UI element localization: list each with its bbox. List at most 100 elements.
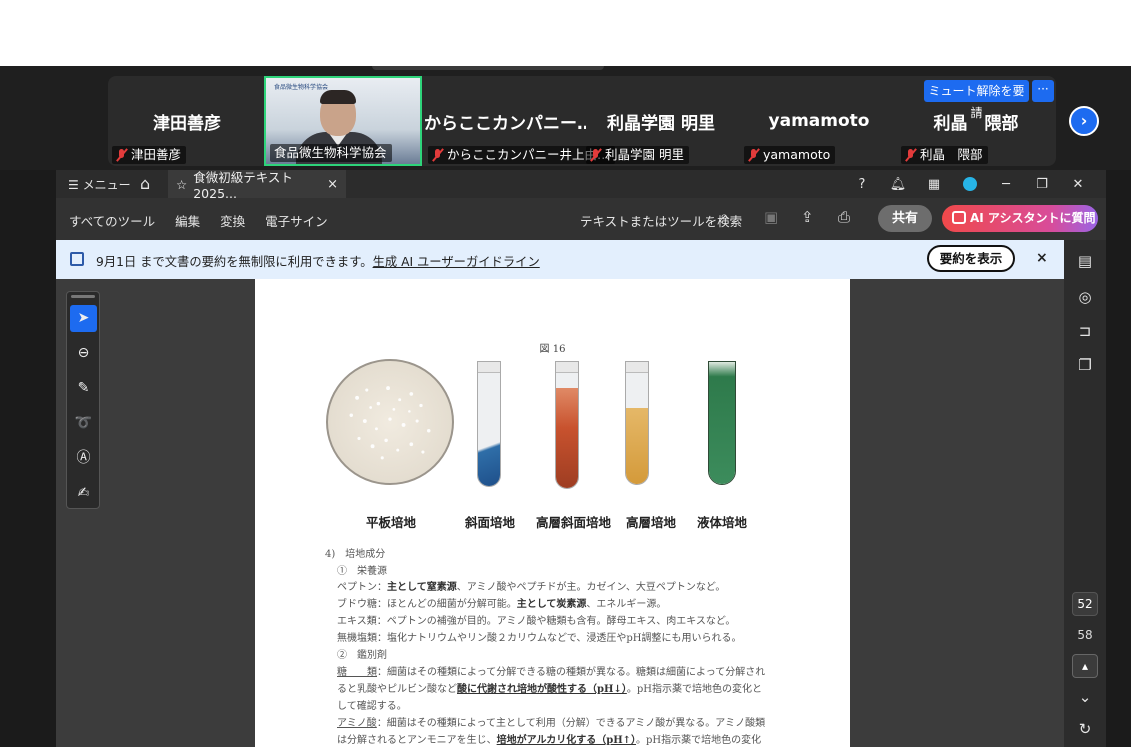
- app-titlebar: ☰ メニュー ⌂ ☆ 食微初級テキスト2025... × ? 🔔︎ ▦ ─ ❐ …: [56, 170, 1106, 201]
- draw-icon[interactable]: ➰: [70, 410, 97, 437]
- share-button[interactable]: 共有: [878, 205, 932, 232]
- esign-menu[interactable]: 電子サイン: [265, 211, 328, 230]
- chevron-down-icon[interactable]: ⌄: [1076, 688, 1094, 706]
- participant-name: yamamoto: [768, 111, 870, 131]
- ai-assistant-label: AI アシスタントに質問: [970, 211, 1096, 225]
- close-window-icon[interactable]: ✕: [1060, 177, 1096, 192]
- convert-menu[interactable]: 変換: [220, 211, 245, 230]
- participant-label: 食品微生物科学協会: [270, 144, 392, 162]
- participant-tile[interactable]: 津田善彦 津田善彦: [108, 76, 266, 166]
- account-avatar[interactable]: [963, 177, 977, 191]
- restore-icon[interactable]: ❐: [1024, 177, 1060, 192]
- page-up-button[interactable]: ▴: [1072, 654, 1098, 678]
- tube-cap: [556, 362, 578, 373]
- summary-panel-icon[interactable]: ▤: [1076, 252, 1094, 270]
- add-comment-icon[interactable]: ⊖: [70, 340, 97, 367]
- text-underline: 糖 類: [337, 667, 377, 678]
- butt-slant-tube-image: [555, 361, 579, 489]
- participant-video-tile[interactable]: 食品微生物科学協会 食品微生物科学協会: [264, 76, 422, 166]
- participant-label: 利晶 隈部: [901, 146, 988, 164]
- tab-title: 食微初級テキスト2025...: [193, 170, 293, 201]
- media-label: 平板培地: [366, 515, 417, 530]
- bell-icon[interactable]: 🔔︎: [880, 177, 916, 192]
- participant-tile[interactable]: 利晶学園 明里 利晶学園 明里: [582, 76, 740, 166]
- text-span: ：細菌はその種類によって主として利用（分解）できるアミノ酸が異なる。アミノ酸類: [376, 718, 766, 729]
- text-span: 。pH指示薬で培地色の変化と: [626, 684, 762, 695]
- participant-label: 利晶学園 明里: [586, 146, 689, 164]
- banner-text: 9月1日 まで文書の要約を無制限に利用できます。生成 AI ユーザーガイドライン: [96, 252, 540, 270]
- text-bold: 主として炭素源: [516, 599, 587, 610]
- document-tab[interactable]: ☆ 食微初級テキスト2025... ×: [168, 170, 346, 201]
- plate-culture-image: [326, 359, 454, 485]
- info-banner: 9月1日 まで文書の要約を無制限に利用できます。生成 AI ユーザーガイドライン…: [56, 240, 1064, 279]
- total-pages: 58: [1077, 628, 1093, 642]
- participant-label-text: yamamoto: [763, 147, 831, 162]
- titlebar-controls: ? 🔔︎ ▦ ─ ❐ ✕: [844, 170, 1096, 198]
- highlight-icon[interactable]: ✎: [70, 375, 97, 402]
- participant-label-text: 利晶学園 明里: [605, 147, 684, 162]
- edit-menu[interactable]: 編集: [175, 211, 200, 230]
- search-tools-input[interactable]: テキストまたはツールを検索: [580, 211, 742, 230]
- minimize-icon[interactable]: ─: [988, 177, 1024, 192]
- video-person-hair: [320, 90, 356, 104]
- panel-grip[interactable]: [71, 295, 95, 298]
- left-background-strip: [0, 170, 56, 747]
- mic-off-icon: [748, 148, 760, 162]
- comment-icon[interactable]: ◎: [1076, 288, 1094, 306]
- ai-assistant-button[interactable]: AI アシスタントに質問: [942, 205, 1098, 232]
- participant-label-text: 食品微生物科学協会: [274, 145, 387, 160]
- subsection-heading: ② 鑑別剤: [337, 650, 387, 661]
- media-label: 高層培地: [626, 515, 677, 530]
- banner-message: 9月1日 まで文書の要約を無制限に利用できます。: [96, 255, 373, 269]
- text-box-icon[interactable]: Ⓐ: [70, 445, 97, 472]
- upload-icon[interactable]: ⇪: [801, 208, 814, 226]
- banner-close-button[interactable]: ×: [1036, 250, 1048, 266]
- text-line: エキス類：ペプトンの補強が目的。アミノ酸や糖類も含有。酵母エキス、肉エキスなど。: [337, 616, 736, 627]
- text-underline: 培地がアルカリ化する（pH↑）: [496, 735, 637, 746]
- home-icon[interactable]: ⌂: [140, 174, 150, 193]
- participant-tile[interactable]: からここカンパニー… からここカンパニー井上由…: [424, 76, 615, 166]
- show-summary-button[interactable]: 要約を表示: [927, 245, 1015, 272]
- section-heading: 4) 培地成分: [325, 549, 386, 560]
- media-label: 液体培地: [697, 515, 748, 530]
- top-blank-area: [0, 0, 1131, 66]
- bookmark-icon[interactable]: ⊐: [1076, 322, 1094, 340]
- window-notch: [372, 66, 604, 70]
- participant-label: 津田善彦: [112, 146, 187, 164]
- apps-grid-icon[interactable]: ▦: [916, 177, 952, 192]
- sign-icon[interactable]: ✍: [70, 480, 97, 507]
- text-underline: 酸に代謝され培地が酸性する（pH↓）: [457, 684, 627, 695]
- quick-tools-panel: ➤ ⊖ ✎ ➰ Ⓐ ✍: [66, 291, 100, 509]
- participant-tile[interactable]: yamamoto yamamoto: [740, 76, 898, 166]
- all-tools-menu[interactable]: すべてのツール: [69, 211, 155, 230]
- next-participants-button[interactable]: ›: [1069, 106, 1099, 136]
- text-line: は分解されるとアンモニアを生じ、培地がアルカリ化する（pH↑）。pH指示薬で培地…: [337, 731, 761, 746]
- deep-tube-image: [625, 361, 649, 485]
- refresh-icon[interactable]: ↻: [1076, 720, 1094, 738]
- summary-icon: [70, 252, 84, 266]
- text-line: ると乳酸やピルビン酸など酸に代謝され培地が酸性する（pH↓）。pH指示薬で培地色…: [337, 680, 762, 695]
- request-unmute-button[interactable]: ミュート解除を要請: [924, 80, 1029, 120]
- search-icon[interactable]: ⌕: [720, 207, 728, 225]
- select-cursor-icon[interactable]: ➤: [70, 305, 97, 332]
- participant-label-text: 津田善彦: [131, 147, 182, 162]
- tab-close-button[interactable]: ×: [327, 177, 338, 192]
- print-icon[interactable]: ⎙: [838, 208, 850, 226]
- help-icon[interactable]: ?: [844, 177, 880, 192]
- broth-tube-image: [708, 361, 736, 485]
- subsection-heading: ① 栄養源: [337, 566, 387, 577]
- pages-icon[interactable]: ❐: [1076, 356, 1094, 374]
- star-icon[interactable]: ☆: [176, 177, 187, 192]
- text-line: 糖 類：細菌はその種類によって分解できる糖の種類が異なる。糖類は細菌によって分解…: [337, 663, 765, 678]
- tube-media-fill: [556, 388, 578, 488]
- save-icon[interactable]: ▣: [764, 208, 778, 226]
- text-span: 、アミノ酸やペプチドが主。カゼイン、大豆ペプトンなど。: [456, 582, 726, 593]
- current-page-input[interactable]: 52: [1072, 592, 1098, 616]
- more-options-button[interactable]: ···: [1032, 80, 1054, 102]
- menu-button[interactable]: ☰ メニュー: [68, 176, 131, 193]
- text-span: ブドウ糖：ほとんどの細菌が分解可能。: [337, 599, 517, 610]
- tube-media-fill: [478, 426, 500, 486]
- toolbar-menus: すべてのツール 編集 変換 電子サイン: [69, 211, 328, 230]
- participant-label-text: 利晶 隈部: [920, 147, 983, 162]
- ai-guideline-link[interactable]: 生成 AI ユーザーガイドライン: [373, 255, 540, 269]
